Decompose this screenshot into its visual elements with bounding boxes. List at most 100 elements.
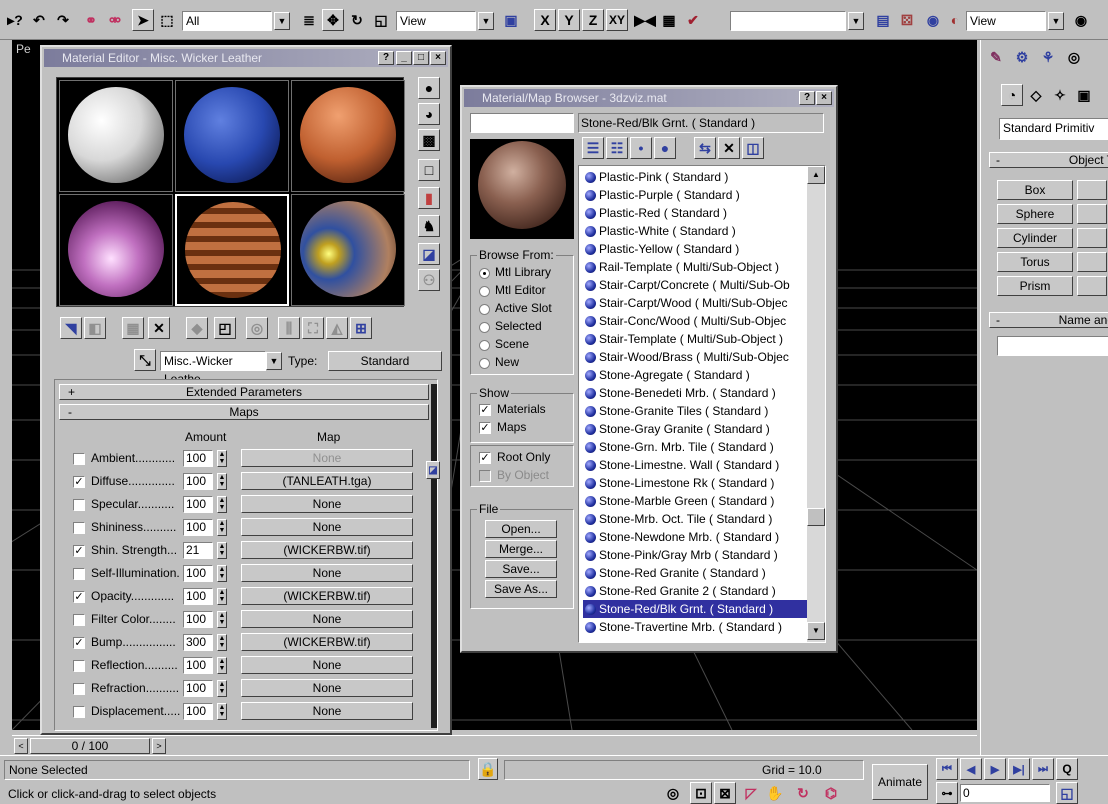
map-enable-checkbox[interactable]: [73, 568, 85, 580]
list-item[interactable]: Plastic-Purple ( Standard ): [583, 186, 813, 204]
browse-from-radio[interactable]: [479, 358, 490, 369]
unlink-icon[interactable]: ⚮: [104, 9, 126, 31]
undo-icon[interactable]: ↶: [28, 9, 50, 31]
close-button[interactable]: ×: [430, 51, 446, 65]
by-object-checkbox[interactable]: [479, 470, 491, 482]
chevron-down-icon[interactable]: ▼: [274, 12, 290, 30]
time-config-icon[interactable]: ◱: [1056, 782, 1078, 804]
list-item[interactable]: Stone-Mrb. Oct. Tile ( Standard ): [583, 510, 813, 528]
amount-spinner[interactable]: ▲ ▼: [217, 611, 227, 628]
sphere-button[interactable]: Sphere: [997, 204, 1073, 224]
lock-selection-icon[interactable]: 🔒: [478, 758, 498, 780]
geosphere-button[interactable]: [1077, 180, 1107, 200]
map-amount-field[interactable]: 100: [183, 496, 213, 513]
list-item[interactable]: Stone-Agregate ( Standard ): [583, 366, 813, 384]
backlight-icon[interactable]: ◕: [418, 103, 440, 125]
redo-icon[interactable]: ↷: [52, 9, 74, 31]
cameras-icon[interactable]: ▣: [1073, 84, 1095, 106]
map-amount-field[interactable]: 21: [183, 542, 213, 559]
map-slot-button[interactable]: (WICKERBW.tif): [241, 541, 413, 559]
amount-spinner[interactable]: ▲ ▼: [217, 565, 227, 582]
previous-frame-icon[interactable]: ◀: [960, 758, 982, 780]
zoom-icon[interactable]: ◎: [662, 782, 684, 804]
map-slot-button[interactable]: None: [241, 495, 413, 513]
scroll-up-icon[interactable]: ▲: [807, 166, 825, 184]
map-amount-field[interactable]: 300: [183, 634, 213, 651]
list-item[interactable]: Stair-Carpt/Wood ( Multi/Sub-Objec: [583, 294, 813, 312]
current-frame-field[interactable]: 0: [960, 784, 1050, 802]
help-button[interactable]: ?: [378, 51, 394, 65]
fov-icon[interactable]: ⌬: [820, 782, 842, 804]
material-editor-titlebar[interactable]: Material Editor - Misc. Wicker Leather ?…: [44, 49, 448, 67]
map-slot-button[interactable]: None: [241, 518, 413, 536]
list-item[interactable]: Stone-Red/Blk Grnt. ( Standard ): [583, 600, 813, 618]
map-amount-field[interactable]: 100: [183, 473, 213, 490]
view-large-icons-icon[interactable]: ●: [654, 137, 676, 159]
view-list-icon[interactable]: ☰: [582, 137, 604, 159]
options-icon[interactable]: ◪: [418, 243, 440, 265]
map-slot-button[interactable]: (WICKERBW.tif): [241, 633, 413, 651]
pan-icon[interactable]: ✋: [764, 782, 786, 804]
list-item[interactable]: Stair-Carpt/Concrete ( Multi/Sub-Ob: [583, 276, 813, 294]
schematic-icon[interactable]: ⚄: [896, 9, 918, 31]
map-enable-checkbox[interactable]: [73, 499, 85, 511]
help-icon[interactable]: ▸?: [4, 9, 26, 31]
chevron-down-icon[interactable]: ▼: [848, 12, 864, 30]
next-frame-button-icon[interactable]: ▶|: [1008, 758, 1030, 780]
cone-button[interactable]: [1077, 204, 1107, 224]
axis-xy-button[interactable]: XY: [606, 9, 628, 31]
render-scene-icon[interactable]: ◐: [944, 9, 966, 31]
axis-x-button[interactable]: X: [534, 9, 556, 31]
save-as-button[interactable]: Save As...: [485, 580, 557, 598]
show-map-icon[interactable]: ⫼: [278, 317, 300, 339]
browser-search-input[interactable]: [470, 113, 574, 133]
browse-from-radio[interactable]: [479, 340, 490, 351]
amount-spinner[interactable]: ▲ ▼: [217, 519, 227, 536]
object-type-rollout[interactable]: -Object T: [989, 152, 1108, 168]
amount-spinner[interactable]: ▲ ▼: [217, 496, 227, 513]
background-icon[interactable]: ▩: [418, 129, 440, 151]
box-button[interactable]: Box: [997, 180, 1073, 200]
list-scrollbar[interactable]: ▲ ▼: [807, 166, 825, 642]
lights-icon[interactable]: ✧: [1049, 84, 1071, 106]
map-amount-field[interactable]: 100: [183, 519, 213, 536]
list-item[interactable]: Plastic-White ( Standard ): [583, 222, 813, 240]
list-item[interactable]: Stair-Conc/Wood ( Multi/Sub-Objec: [583, 312, 813, 330]
map-amount-field[interactable]: 100: [183, 680, 213, 697]
list-item[interactable]: Stair-Wood/Brass ( Multi/Sub-Objec: [583, 348, 813, 366]
sample-slot-3[interactable]: [291, 80, 405, 192]
zoom-extents-icon[interactable]: ⊠: [714, 782, 736, 804]
create-tab-icon[interactable]: ✎: [985, 46, 1007, 68]
amount-spinner[interactable]: ▲ ▼: [217, 588, 227, 605]
sample-slot-6[interactable]: [291, 194, 405, 306]
map-amount-field[interactable]: 100: [183, 450, 213, 467]
get-material-icon[interactable]: ◥: [60, 317, 82, 339]
browser-titlebar[interactable]: Material/Map Browser - 3dzviz.mat ? ×: [464, 89, 834, 107]
map-slot-button[interactable]: None: [241, 610, 413, 628]
key-mode-icon[interactable]: Q: [1056, 758, 1078, 780]
material-type-button[interactable]: Standard: [328, 351, 442, 371]
pick-material-icon[interactable]: ⤡: [134, 349, 156, 371]
zoom-all-icon[interactable]: ⊡: [690, 782, 712, 804]
material-effects-icon[interactable]: ◎: [246, 317, 268, 339]
render-view-dropdown[interactable]: View: [966, 11, 1046, 31]
sample-slot-5-active[interactable]: [175, 194, 289, 306]
map-slot-button[interactable]: None: [241, 702, 413, 720]
scale-icon[interactable]: ◱: [370, 9, 392, 31]
map-slot-button[interactable]: (WICKERBW.tif): [241, 587, 413, 605]
modify-tab-icon[interactable]: ⚙: [1011, 46, 1033, 68]
reset-map-icon[interactable]: ✕: [148, 317, 170, 339]
list-item[interactable]: Stone-Marble Green ( Standard ): [583, 492, 813, 510]
zoom-region-icon[interactable]: ◸: [740, 782, 762, 804]
move-icon[interactable]: ✥: [322, 9, 344, 31]
maximize-button[interactable]: □: [413, 51, 429, 65]
list-item[interactable]: Stone-Pink/Gray Mrb ( Standard ): [583, 546, 813, 564]
list-item[interactable]: Plastic-Yellow ( Standard ): [583, 240, 813, 258]
key-mode-toggle-icon[interactable]: ⊶: [936, 782, 958, 804]
help-button[interactable]: ?: [799, 91, 815, 105]
map-enable-checkbox[interactable]: ✓: [73, 476, 85, 488]
map-enable-checkbox[interactable]: [73, 683, 85, 695]
clear-palette-icon[interactable]: ◫: [742, 137, 764, 159]
align-icon[interactable]: ✔: [682, 9, 704, 31]
track-view-icon[interactable]: ▤: [872, 9, 894, 31]
